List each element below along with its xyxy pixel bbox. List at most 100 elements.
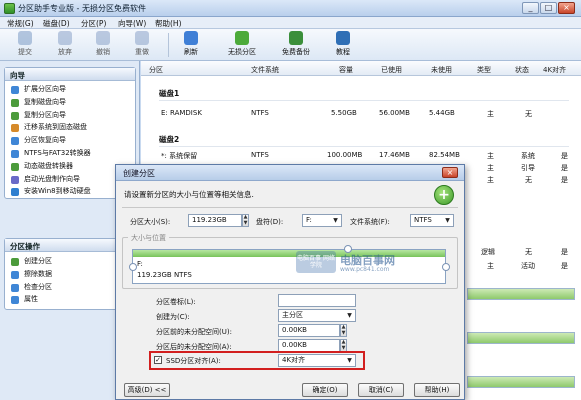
size-input[interactable]: 119.23GB [188,214,242,227]
sidebar-item-copy-disk[interactable]: 复制磁盘向导 [5,96,135,109]
filesystem-label: 文件系统(F): [350,218,390,226]
partition-info: 119.23GB NTFS [137,271,192,279]
free-backup-button[interactable]: 免费备份 [274,31,318,60]
disk-usage-bar[interactable] [467,332,575,344]
volume-label-label: 分区卷标(L): [156,298,196,306]
undo-icon [96,31,110,45]
help-button[interactable]: 帮助(H) [414,383,460,397]
col-4k-aligned[interactable]: 4K对齐 [543,65,566,75]
col-type[interactable]: 类型 [477,65,491,75]
add-partition-icon: + [434,185,454,205]
commit-button[interactable]: 提交 [10,31,40,60]
menu-partition[interactable]: 分区(P) [81,18,106,29]
partition-icon [235,31,249,45]
dialog-title: 创建分区 [123,169,155,178]
divider [159,100,569,101]
wipe-icon [11,270,19,279]
menu-bar: 常规(G) 磁盘(D) 分区(P) 向导(W) 帮助(H) [0,17,581,29]
sidebar-item-partition-recovery[interactable]: 分区恢复向导 [5,134,135,147]
watermark-logo: 电脑百事 网络学院 [296,251,336,273]
divider [122,207,458,208]
left-resize-handle[interactable] [129,263,137,271]
properties-icon [11,296,19,305]
partition-layout-bar[interactable]: F: 119.23GB NTFS [132,249,446,284]
size-spinner[interactable]: ▲ ▼ [242,214,249,227]
copy-partition-icon [11,111,19,120]
size-label: 分区大小(S): [130,218,171,226]
minimize-button[interactable]: _ [522,2,539,14]
sidebar-item-ntfs-fat32[interactable]: NTFS与FAT32转换器 [5,147,135,160]
lossless-partition-button[interactable]: 无损分区 [220,31,264,60]
divider [159,146,569,147]
boot-disc-icon [11,175,19,184]
ok-button[interactable]: 确定(O) [302,383,348,397]
menu-wizard[interactable]: 向导(W) [118,18,146,29]
create-partition-dialog: 创建分区 × 请设置新分区的大小与位置等相关信息. + 分区大小(S): 119… [115,164,465,400]
toolbar: 提交 放弃 撤销 重做 刷新 无损分区 免费备份 教程 [0,29,581,61]
wizard-panel-title: 向导 [5,68,135,81]
col-status[interactable]: 状态 [515,65,529,75]
partition-name: F: [137,260,143,268]
col-capacity[interactable]: 容量 [339,65,353,75]
undo-button[interactable]: 撤销 [88,31,118,60]
dialog-close-button[interactable]: × [442,167,458,178]
ssd-align-select[interactable]: 4K对齐 ▼ [278,354,356,367]
advanced-button[interactable]: 高级(D) << [124,383,170,397]
discard-icon [58,31,72,45]
chevron-down-icon: ▼ [347,357,352,364]
group-title: 大小与位置 [128,233,169,243]
space-before-input[interactable]: 0.00KB [278,324,340,337]
backup-icon [289,31,303,45]
close-button[interactable]: × [558,2,575,14]
col-free[interactable]: 未使用 [431,65,452,75]
title-bar: 分区助手专业版 - 无损分区免费软件 _ □ × [0,0,581,17]
copy-disk-icon [11,98,19,107]
partition-list-header: 分区 文件系统 容量 已使用 未使用 类型 状态 4K对齐 [141,61,581,76]
convert-icon [11,149,19,158]
dialog-title-bar: 创建分区 [116,165,464,181]
app-logo-icon [4,3,15,14]
redo-icon [135,31,149,45]
menu-general[interactable]: 常规(G) [7,18,34,29]
recovery-icon [11,137,19,146]
refresh-button[interactable]: 刷新 [176,31,206,60]
chevron-down-icon: ▼ [333,217,338,224]
menu-help[interactable]: 帮助(H) [155,18,182,29]
tutorial-icon [336,31,350,45]
space-before-spinner[interactable]: ▲ ▼ [340,324,347,337]
right-resize-handle[interactable] [442,263,450,271]
col-used[interactable]: 已使用 [381,65,402,75]
dialog-description: 请设置新分区的大小与位置等相关信息. [124,190,254,199]
maximize-button[interactable]: □ [540,2,557,14]
create-as-label: 创建为(C): [156,313,190,321]
menu-disk[interactable]: 磁盘(D) [43,18,70,29]
ssd-align-label: SSD分区对齐(A): [166,357,221,365]
space-before-label: 分区前的未分配空间(U): [156,328,232,336]
chevron-down-icon: ▼ [347,312,352,319]
check-icon [11,283,19,292]
sidebar-item-copy-partition[interactable]: 复制分区向导 [5,109,135,122]
table-row[interactable]: E: RAMDISK NTFS 5.50GB 56.00MB 5.44GB 主 … [141,106,581,120]
tutorial-button[interactable]: 教程 [328,31,358,60]
cancel-button[interactable]: 取消(C) [358,383,404,397]
filesystem-select[interactable]: NTFS ▼ [410,214,454,227]
create-as-select[interactable]: 主分区 ▼ [278,309,356,322]
chevron-down-icon: ▼ [445,217,450,224]
ssd-align-checkbox[interactable]: ✓ [154,356,162,364]
col-filesystem[interactable]: 文件系统 [251,65,279,75]
sidebar-item-extend-partition[interactable]: 扩展分区向导 [5,83,135,96]
col-partition[interactable]: 分区 [149,65,163,75]
redo-button[interactable]: 重做 [127,31,157,60]
sidebar-item-migrate-os[interactable]: 迁移系统到固态磁盘 [5,121,135,134]
disk-usage-bar[interactable] [467,376,575,388]
watermark-url: www.pc841.com [340,266,390,273]
volume-label-input[interactable] [278,294,356,307]
disk1-header: 磁盘1 [159,89,180,98]
drive-letter-select[interactable]: F: ▼ [302,214,342,227]
windows-icon [11,188,19,197]
drive-letter-label: 盘符(D): [256,218,284,226]
discard-button[interactable]: 放弃 [50,31,80,60]
window-title: 分区助手专业版 - 无损分区免费软件 [18,4,146,13]
disk2-header: 磁盘2 [159,135,180,144]
disk-usage-bar[interactable] [467,288,575,300]
